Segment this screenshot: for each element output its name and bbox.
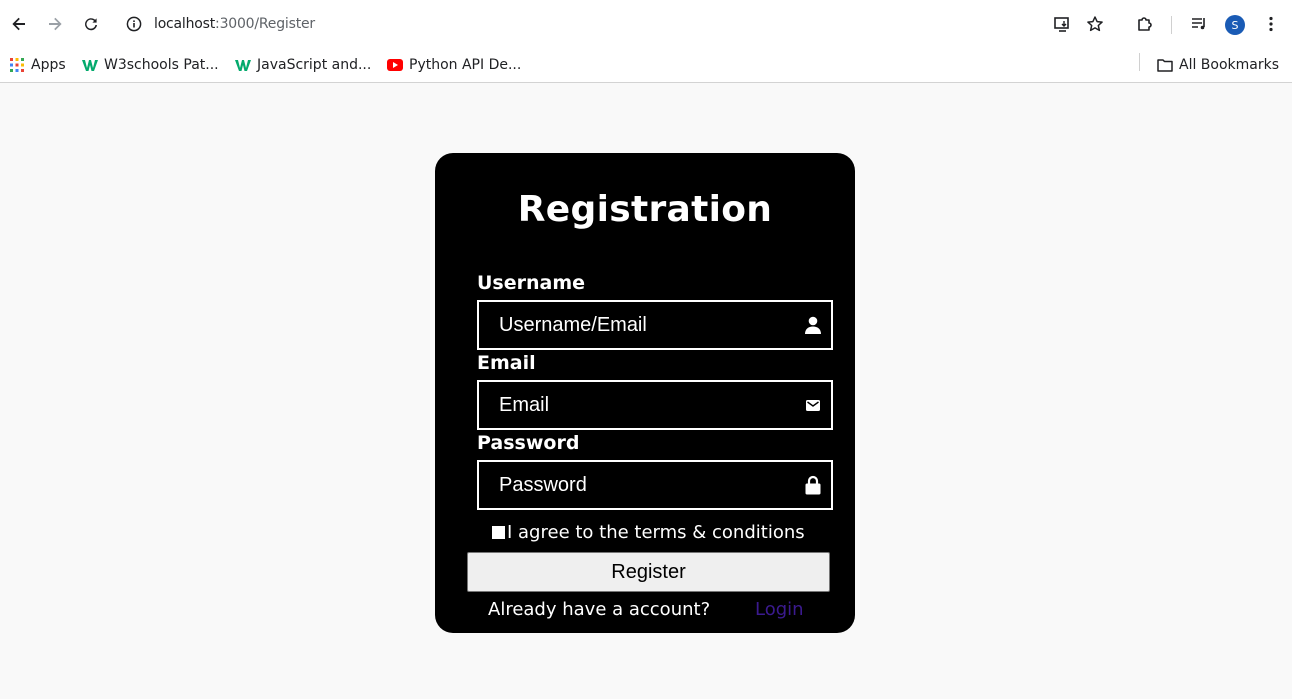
back-arrow-icon[interactable] — [7, 12, 31, 36]
bookmarks-divider — [1139, 53, 1140, 71]
password-label: Password — [477, 432, 580, 454]
youtube-icon — [387, 57, 403, 73]
more-menu-icon[interactable] — [1259, 12, 1283, 36]
already-account-text: Already have a account? — [488, 599, 711, 620]
profile-avatar[interactable]: S — [1225, 15, 1245, 35]
lock-icon — [803, 475, 823, 495]
forward-arrow-icon[interactable] — [43, 12, 67, 36]
user-icon — [803, 315, 823, 335]
bookmark-python-api[interactable]: Python API De... — [387, 55, 521, 75]
bookmark-label: Apps — [31, 57, 66, 73]
terms-agreement[interactable]: I agree to the terms & conditions — [492, 522, 805, 543]
bookmark-label: W3schools Pat... — [104, 57, 219, 73]
toolbar-divider — [1171, 16, 1172, 34]
email-field-wrapper — [477, 380, 833, 430]
envelope-icon — [803, 395, 823, 415]
page-title: Registration — [517, 189, 773, 230]
terms-label: I agree to the terms & conditions — [507, 522, 805, 543]
bookmark-star-icon[interactable] — [1083, 12, 1107, 36]
bookmark-apps[interactable]: Apps — [9, 55, 66, 75]
username-input[interactable] — [479, 302, 799, 348]
address-bar[interactable]: localhost:3000/Register — [116, 8, 1116, 41]
apps-grid-icon — [9, 57, 25, 73]
bookmark-label: JavaScript and... — [257, 57, 372, 73]
site-info-icon[interactable] — [126, 16, 142, 32]
bookmark-javascript[interactable]: JavaScript and... — [235, 55, 371, 75]
bookmark-label: Python API De... — [409, 57, 522, 73]
terms-checkbox[interactable] — [492, 526, 505, 539]
browser-toolbar: localhost:3000/Register S — [0, 0, 1292, 48]
username-field-wrapper — [477, 300, 833, 350]
email-input[interactable] — [479, 382, 799, 428]
w3schools-icon — [82, 57, 98, 73]
bookmarks-bar: Apps W3schools Pat... JavaScript and... … — [0, 48, 1292, 83]
password-field-wrapper — [477, 460, 833, 510]
folder-icon — [1157, 57, 1173, 73]
install-app-icon[interactable] — [1050, 12, 1074, 36]
reload-icon[interactable] — [79, 12, 103, 36]
bookmark-w3schools-pat[interactable]: W3schools Pat... — [82, 55, 219, 75]
url-host: localhost — [154, 16, 216, 32]
extensions-icon[interactable] — [1133, 12, 1157, 36]
url-text: localhost:3000/Register — [154, 16, 315, 32]
username-label: Username — [477, 272, 586, 294]
registration-card: Registration Username Email Password I a… — [435, 153, 855, 633]
all-bookmarks-button[interactable]: All Bookmarks — [1157, 55, 1279, 75]
all-bookmarks-label: All Bookmarks — [1179, 57, 1280, 73]
url-path: :3000/Register — [215, 16, 315, 32]
register-button[interactable]: Register — [467, 552, 830, 592]
media-queue-icon[interactable] — [1187, 12, 1211, 36]
login-link[interactable]: Login — [755, 599, 804, 620]
password-input[interactable] — [479, 462, 799, 508]
email-label: Email — [477, 352, 536, 374]
w3schools-icon — [235, 57, 251, 73]
